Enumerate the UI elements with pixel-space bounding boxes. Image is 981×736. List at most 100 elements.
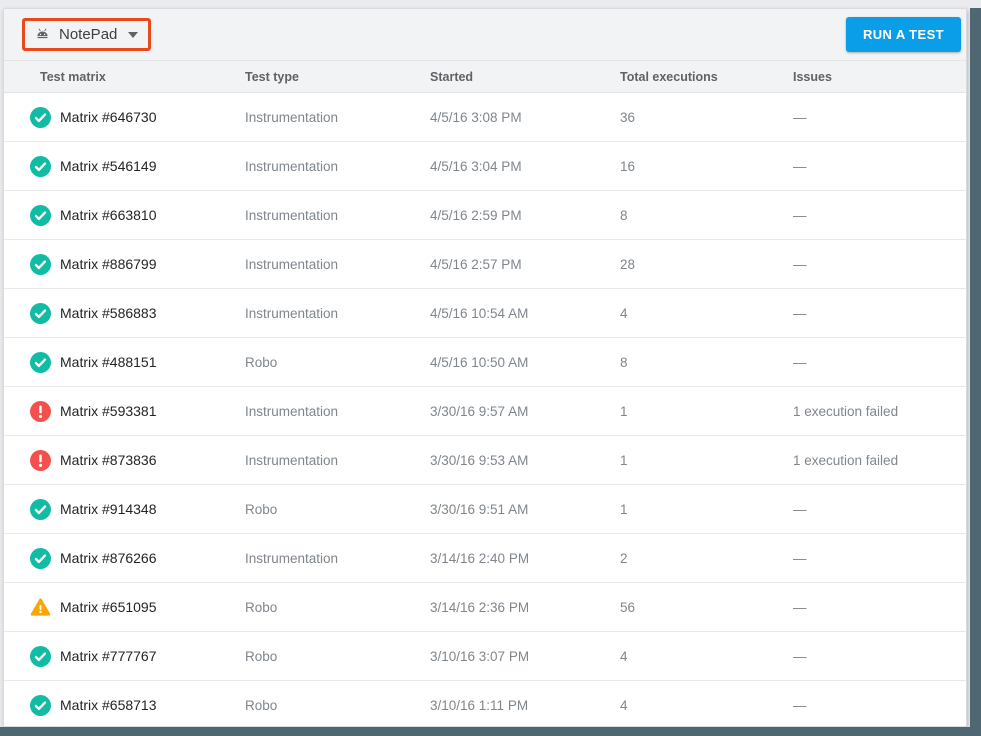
started-time: 3/30/16 9:53 AM <box>430 452 529 468</box>
started-time: 3/30/16 9:51 AM <box>430 501 529 517</box>
matrix-cell: Matrix #886799 <box>30 253 245 275</box>
issues-text: — <box>793 697 807 713</box>
matrix-label: Matrix #546149 <box>60 158 157 174</box>
check-circle-icon <box>30 694 51 716</box>
matrix-label: Matrix #586883 <box>60 305 157 321</box>
test-type: Instrumentation <box>245 305 339 321</box>
executions-count: 36 <box>620 109 636 125</box>
android-icon <box>37 28 48 38</box>
executions-count: 4 <box>620 305 628 321</box>
issues-text: — <box>793 207 807 223</box>
run-a-test-button[interactable]: RUN A TEST <box>845 17 961 52</box>
table-row[interactable]: Matrix #586883 Instrumentation 4/5/16 10:5… <box>4 289 966 338</box>
check-circle-icon <box>30 498 51 520</box>
matrix-label: Matrix #663810 <box>60 207 157 223</box>
caret-down-icon <box>128 31 139 38</box>
executions-count: 2 <box>620 550 628 566</box>
issues-text: — <box>793 501 807 517</box>
test-type: Instrumentation <box>245 403 339 419</box>
table-row[interactable]: Matrix #546149 Instrumentation 4/5/16 3:04… <box>4 142 966 191</box>
matrix-cell: Matrix #663810 <box>30 204 245 226</box>
test-type: Instrumentation <box>245 550 339 566</box>
matrix-cell: Matrix #876266 <box>30 547 245 569</box>
test-type: Robo <box>245 501 278 517</box>
matrix-cell: Matrix #914348 <box>30 498 245 520</box>
executions-count: 16 <box>620 158 636 174</box>
warning-triangle-icon <box>30 597 51 616</box>
table-header: Test matrix Test type Started Total exec… <box>4 61 966 93</box>
issues-text: — <box>793 109 807 125</box>
table-row[interactable]: Matrix #593381 Instrumentation 3/30/16 9:5… <box>4 387 966 436</box>
matrix-label: Matrix #651095 <box>60 599 157 615</box>
matrix-label: Matrix #886799 <box>60 256 157 272</box>
issues-text: — <box>793 648 807 664</box>
matrix-label: Matrix #914348 <box>60 501 157 517</box>
app-selector-label: NotePad <box>59 26 118 43</box>
check-circle-icon <box>30 204 51 226</box>
check-circle-icon <box>30 253 51 275</box>
table-row[interactable]: Matrix #873836 Instrumentation 3/30/16 9:5… <box>4 436 966 485</box>
issues-text: 1 execution failed <box>793 452 899 468</box>
started-time: 3/10/16 3:07 PM <box>430 648 530 664</box>
executions-count: 1 <box>620 452 628 468</box>
test-type: Robo <box>245 697 278 713</box>
test-type: Robo <box>245 599 278 615</box>
table-row[interactable]: Matrix #886799 Instrumentation 4/5/16 2:57… <box>4 240 966 289</box>
matrix-cell: Matrix #593381 <box>30 400 245 422</box>
check-circle-icon <box>30 547 51 569</box>
column-header-started: Started <box>430 69 474 84</box>
issues-text: — <box>793 550 807 566</box>
annotation-highlight: NotePad <box>22 18 152 51</box>
toolbar: NotePad RUN A TEST <box>4 9 966 61</box>
issues-text: 1 execution failed <box>793 403 899 419</box>
matrix-cell: Matrix #546149 <box>30 155 245 177</box>
error-circle-icon <box>30 449 51 471</box>
started-time: 4/5/16 10:54 AM <box>430 305 529 321</box>
started-time: 4/5/16 3:04 PM <box>430 158 522 174</box>
executions-count: 1 <box>620 403 628 419</box>
executions-count: 56 <box>620 599 636 615</box>
matrix-label: Matrix #873836 <box>60 452 157 468</box>
table-row[interactable]: Matrix #914348 Robo 3/30/16 9:51 AM 1 — <box>4 485 966 534</box>
matrix-label: Matrix #593381 <box>60 403 157 419</box>
column-header-test-matrix: Test matrix <box>40 69 106 84</box>
table-body: Matrix #646730 Instrumentation 4/5/16 3:08… <box>4 93 966 726</box>
table-row[interactable]: Matrix #488151 Robo 4/5/16 10:50 AM 8 — <box>4 338 966 387</box>
test-type: Instrumentation <box>245 207 339 223</box>
matrix-label: Matrix #777767 <box>60 648 157 664</box>
check-circle-icon <box>30 351 51 373</box>
started-time: 3/10/16 1:11 PM <box>430 697 529 713</box>
column-header-issues: Issues <box>793 69 832 84</box>
table-row[interactable]: Matrix #651095 Robo 3/14/16 2:36 PM 56 — <box>4 583 966 632</box>
matrix-label: Matrix #658713 <box>60 697 157 713</box>
started-time: 3/14/16 2:40 PM <box>430 550 530 566</box>
matrix-cell: Matrix #873836 <box>30 449 245 471</box>
test-type: Instrumentation <box>245 158 339 174</box>
issues-text: — <box>793 305 807 321</box>
page-background-bottom <box>0 727 981 736</box>
page-background-right <box>970 8 981 736</box>
started-time: 4/5/16 2:57 PM <box>430 256 522 272</box>
matrix-cell: Matrix #658713 <box>30 694 245 716</box>
matrix-label: Matrix #488151 <box>60 354 157 370</box>
check-circle-icon <box>30 155 51 177</box>
table-row[interactable]: Matrix #876266 Instrumentation 3/14/16 2:4… <box>4 534 966 583</box>
error-circle-icon <box>30 400 51 422</box>
table-row[interactable]: Matrix #658713 Robo 3/10/16 1:11 PM 4 — <box>4 681 966 726</box>
executions-count: 1 <box>620 501 628 517</box>
executions-count: 8 <box>620 354 628 370</box>
table-row[interactable]: Matrix #777767 Robo 3/10/16 3:07 PM 4 — <box>4 632 966 681</box>
column-header-total-executions: Total executions <box>620 69 718 84</box>
test-type: Instrumentation <box>245 452 339 468</box>
executions-count: 4 <box>620 697 628 713</box>
issues-text: — <box>793 599 807 615</box>
table-row[interactable]: Matrix #646730 Instrumentation 4/5/16 3:08… <box>4 93 966 142</box>
started-time: 3/30/16 9:57 AM <box>430 403 529 419</box>
matrix-cell: Matrix #777767 <box>30 645 245 667</box>
started-time: 3/14/16 2:36 PM <box>430 599 530 615</box>
check-circle-icon <box>30 645 51 667</box>
table-row[interactable]: Matrix #663810 Instrumentation 4/5/16 2:59… <box>4 191 966 240</box>
matrix-cell: Matrix #488151 <box>30 351 245 373</box>
matrix-cell: Matrix #651095 <box>30 597 245 618</box>
app-selector-dropdown[interactable]: NotePad <box>25 21 149 48</box>
